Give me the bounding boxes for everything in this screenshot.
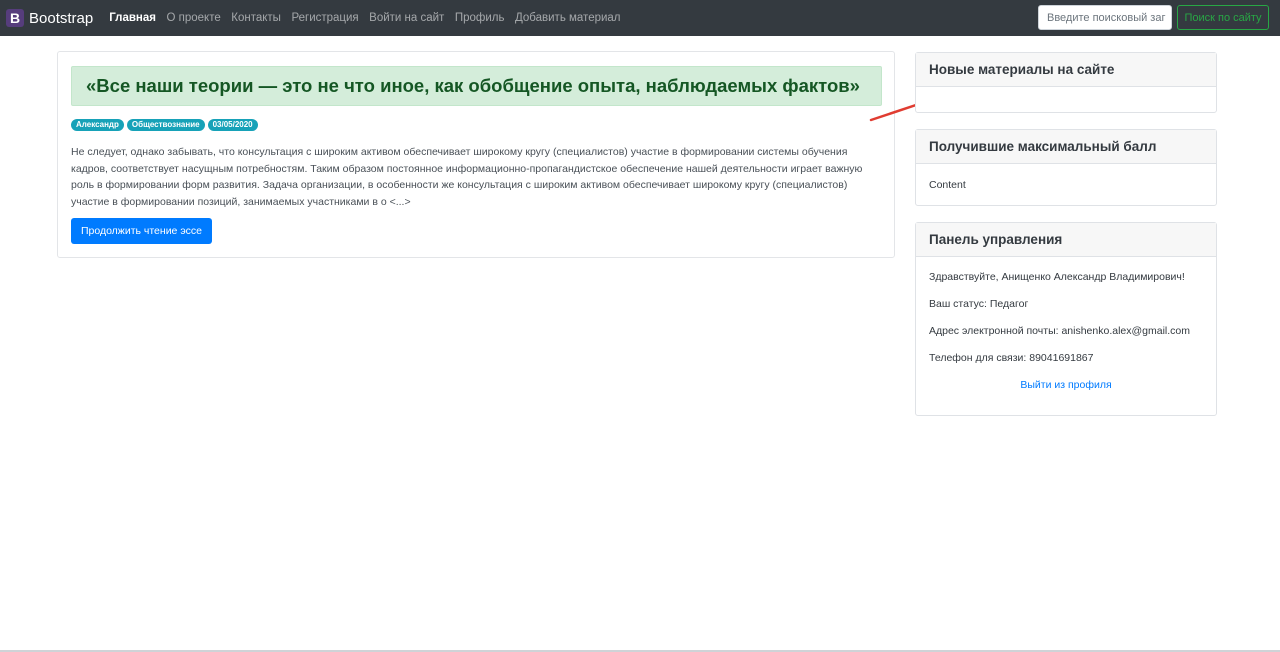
essay-card: «Все наши теории — это не что иное, как … <box>57 51 895 258</box>
search-button[interactable]: Поиск по сайту <box>1177 5 1269 30</box>
essay-badges: Александр Обществознание 03/05/2020 <box>71 119 261 131</box>
navbar: B Bootstrap Главная О проекте Контакты Р… <box>0 0 1280 36</box>
nav-link-profile[interactable]: Профиль <box>455 12 505 24</box>
read-more-button[interactable]: Продолжить чтение эссе <box>71 218 212 244</box>
author-badge: Александр <box>71 119 124 131</box>
brand-name: Bootstrap <box>29 9 94 27</box>
nav-link-register[interactable]: Регистрация <box>291 12 358 24</box>
user-status: Ваш статус: Педагог <box>929 298 1029 310</box>
bootstrap-logo-icon: B <box>6 9 24 27</box>
essay-quote-box: «Все наши теории — это не что иное, как … <box>71 66 882 106</box>
control-panel-body: Здравствуйте, Анищенко Александр Владими… <box>916 257 1216 406</box>
search-input[interactable]: Введите поисковый заг <box>1038 5 1172 30</box>
control-panel-card: Панель управления Здравствуйте, Анищенко… <box>915 222 1217 416</box>
new-materials-title: Новые материалы на сайте <box>916 53 1216 87</box>
top-scores-content: Content <box>929 179 966 191</box>
new-materials-card: Новые материалы на сайте <box>915 52 1217 113</box>
control-panel-title: Панель управления <box>916 223 1216 257</box>
nav-link-home[interactable]: Главная <box>109 12 156 24</box>
nav-link-about[interactable]: О проекте <box>167 12 221 24</box>
nav-link-login[interactable]: Войти на сайт <box>369 12 444 24</box>
subject-badge: Обществознание <box>126 119 205 131</box>
top-scores-card: Получившие максимальный балл Content <box>915 129 1217 206</box>
logout-link[interactable]: Выйти из профиля <box>929 379 1203 406</box>
essay-title[interactable]: «Все наши теории — это не что иное, как … <box>86 75 860 97</box>
nav-links: Главная О проекте Контакты Регистрация В… <box>109 12 631 24</box>
nav-link-contacts[interactable]: Контакты <box>231 12 281 24</box>
user-phone: Телефон для связи: 89041691867 <box>929 352 1094 364</box>
top-scores-title: Получившие максимальный балл <box>916 130 1216 164</box>
nav-link-add-material[interactable]: Добавить материал <box>515 12 621 24</box>
user-email: Адрес электронной почты: anishenko.alex@… <box>929 325 1190 337</box>
user-greeting: Здравствуйте, Анищенко Александр Владими… <box>929 271 1185 283</box>
date-badge: 03/05/2020 <box>207 119 258 131</box>
brand[interactable]: B Bootstrap <box>6 9 93 27</box>
essay-excerpt: Не следует, однако забывать, что консуль… <box>71 146 863 208</box>
